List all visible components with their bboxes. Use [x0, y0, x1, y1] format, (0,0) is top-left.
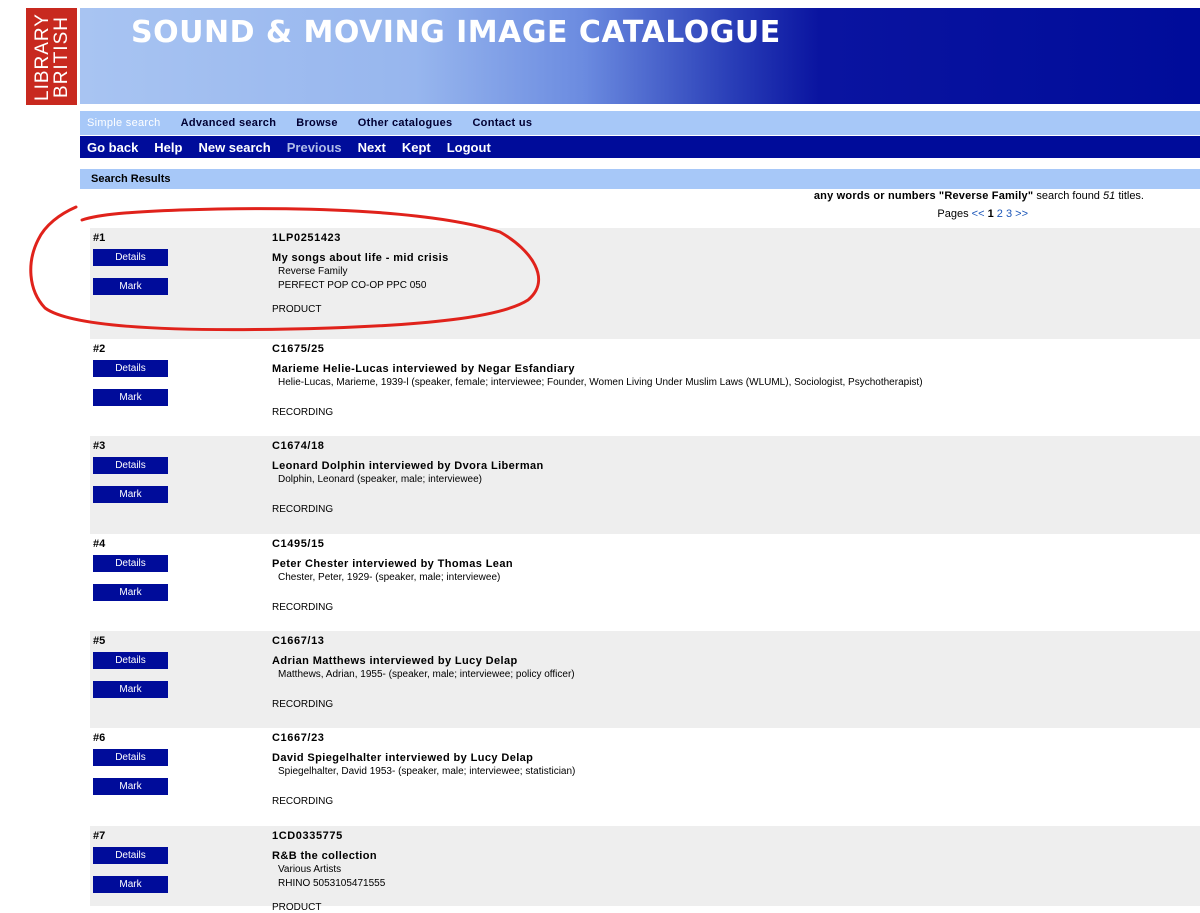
pagination-next-link[interactable]: >>: [1015, 208, 1028, 220]
nav-link-go-back[interactable]: Go back: [87, 140, 138, 155]
result-number: #3: [93, 440, 106, 452]
summary-query: "Reverse Family": [938, 190, 1034, 202]
details-button[interactable]: Details: [93, 555, 168, 572]
result-row: #5 Details Mark C1667/13 Adrian Matthews int…: [90, 631, 1200, 728]
results-list: #1 Details Mark 1LP0251423 My songs about li…: [90, 228, 1200, 913]
result-number: #1: [93, 232, 106, 244]
result-title[interactable]: My songs about life - mid crisis: [272, 252, 449, 264]
british-library-logo[interactable]: LIBRARY BRITISH: [26, 8, 77, 105]
result-type: RECORDING: [272, 699, 334, 710]
result-shelfmark: 1LP0251423: [272, 232, 341, 244]
pagination-page-2-link[interactable]: 2: [997, 208, 1003, 220]
result-type: RECORDING: [272, 796, 334, 807]
result-row: #4 Details Mark C1495/15 Peter Chester inter…: [90, 534, 1200, 631]
page-title: SOUND & MOVING IMAGE CATALOGUE: [131, 15, 781, 50]
result-title[interactable]: Adrian Matthews interviewed by Lucy Dela…: [272, 655, 518, 667]
result-detail-line: PERFECT POP CO-OP PPC 050: [278, 280, 427, 291]
result-row: #7 Details Mark 1CD0335775 R&B the collectio…: [90, 826, 1200, 913]
pagination-prev-link[interactable]: <<: [972, 208, 985, 220]
result-detail-line: Various Artists: [278, 864, 342, 875]
nav-link-help[interactable]: Help: [154, 140, 182, 155]
result-row: #1 Details Mark 1LP0251423 My songs about li…: [90, 228, 1200, 339]
result-shelfmark: 1CD0335775: [272, 830, 343, 842]
pagination-page-3-link[interactable]: 3: [1006, 208, 1012, 220]
result-type: RECORDING: [272, 504, 334, 515]
result-detail-line: Chester, Peter, 1929- (speaker, male; in…: [278, 572, 501, 583]
summary-middle: search found: [1036, 190, 1100, 202]
logo-line-library: LIBRARY: [31, 12, 53, 101]
nav-link-kept[interactable]: Kept: [402, 140, 431, 155]
logo-line-british: BRITISH: [50, 15, 72, 98]
nav-link-simple-search[interactable]: Simple search: [87, 117, 161, 129]
pagination: Pages << 1 2 3 >>: [937, 208, 1028, 220]
details-button[interactable]: Details: [93, 249, 168, 266]
result-title[interactable]: Peter Chester interviewed by Thomas Lean: [272, 558, 513, 570]
result-detail-line: Dolphin, Leonard (speaker, male; intervi…: [278, 474, 482, 485]
summary-count: 51: [1103, 190, 1116, 202]
mark-button[interactable]: Mark: [93, 584, 168, 601]
nav-link-advanced-search[interactable]: Advanced search: [181, 117, 277, 129]
search-results-heading: Search Results: [80, 169, 1200, 189]
primary-nav: Simple search Advanced search Browse Other …: [80, 111, 1200, 135]
result-type: RECORDING: [272, 602, 334, 613]
result-detail-line: Matthews, Adrian, 1955- (speaker, male; …: [278, 669, 575, 680]
result-row: #2 Details Mark C1675/25 Marieme Helie-Lucas…: [90, 339, 1200, 436]
result-detail-line: Helie-Lucas, Marieme, 1939-l (speaker, f…: [278, 377, 923, 388]
result-title[interactable]: Marieme Helie-Lucas interviewed by Negar…: [272, 363, 575, 375]
details-button[interactable]: Details: [93, 360, 168, 377]
mark-button[interactable]: Mark: [93, 389, 168, 406]
result-number: #5: [93, 635, 106, 647]
result-number: #2: [93, 343, 106, 355]
result-type: RECORDING: [272, 407, 334, 418]
result-type: PRODUCT: [272, 902, 322, 913]
pagination-label: Pages: [937, 208, 969, 220]
result-detail-line: RHINO 5053105471555: [278, 878, 386, 889]
result-title[interactable]: R&B the collection: [272, 850, 377, 862]
result-detail-line: Spiegelhalter, David 1953- (speaker, mal…: [278, 766, 576, 777]
result-row: #3 Details Mark C1674/18 Leonard Dolphin int…: [90, 436, 1200, 534]
result-number: #7: [93, 830, 106, 842]
nav-link-logout[interactable]: Logout: [447, 140, 491, 155]
summary-prefix: any words or numbers: [813, 190, 936, 202]
result-number: #6: [93, 732, 106, 744]
result-shelfmark: C1667/13: [272, 635, 325, 647]
result-type: PRODUCT: [272, 304, 322, 315]
mark-button[interactable]: Mark: [93, 681, 168, 698]
nav-link-previous[interactable]: Previous: [287, 140, 342, 155]
summary-suffix: titles.: [1118, 190, 1144, 202]
result-shelfmark: C1674/18: [272, 440, 325, 452]
mark-button[interactable]: Mark: [93, 876, 168, 893]
mark-button[interactable]: Mark: [93, 486, 168, 503]
nav-link-next[interactable]: Next: [358, 140, 386, 155]
details-button[interactable]: Details: [93, 847, 168, 864]
details-button[interactable]: Details: [93, 749, 168, 766]
result-number: #4: [93, 538, 106, 550]
details-button[interactable]: Details: [93, 652, 168, 669]
secondary-nav: Go back Help New search Previous Next Kept Log…: [80, 136, 1200, 158]
mark-button[interactable]: Mark: [93, 278, 168, 295]
result-row: #6 Details Mark C1667/23 David Spiegelhalter…: [90, 728, 1200, 826]
result-detail-line: Reverse Family: [278, 266, 348, 277]
header-banner: SOUND & MOVING IMAGE CATALOGUE: [80, 8, 1200, 104]
search-summary: any words or numbers "Reverse Family" se…: [814, 190, 1144, 202]
result-shelfmark: C1667/23: [272, 732, 325, 744]
result-shelfmark: C1495/15: [272, 538, 325, 550]
result-title[interactable]: Leonard Dolphin interviewed by Dvora Lib…: [272, 460, 544, 472]
nav-link-contact-us[interactable]: Contact us: [472, 117, 532, 129]
pagination-current: 1: [987, 208, 994, 220]
nav-link-browse[interactable]: Browse: [296, 117, 338, 129]
result-shelfmark: C1675/25: [272, 343, 325, 355]
mark-button[interactable]: Mark: [93, 778, 168, 795]
nav-link-new-search[interactable]: New search: [198, 140, 270, 155]
result-title[interactable]: David Spiegelhalter interviewed by Lucy …: [272, 752, 533, 764]
nav-link-other-catalogues[interactable]: Other catalogues: [358, 117, 453, 129]
details-button[interactable]: Details: [93, 457, 168, 474]
